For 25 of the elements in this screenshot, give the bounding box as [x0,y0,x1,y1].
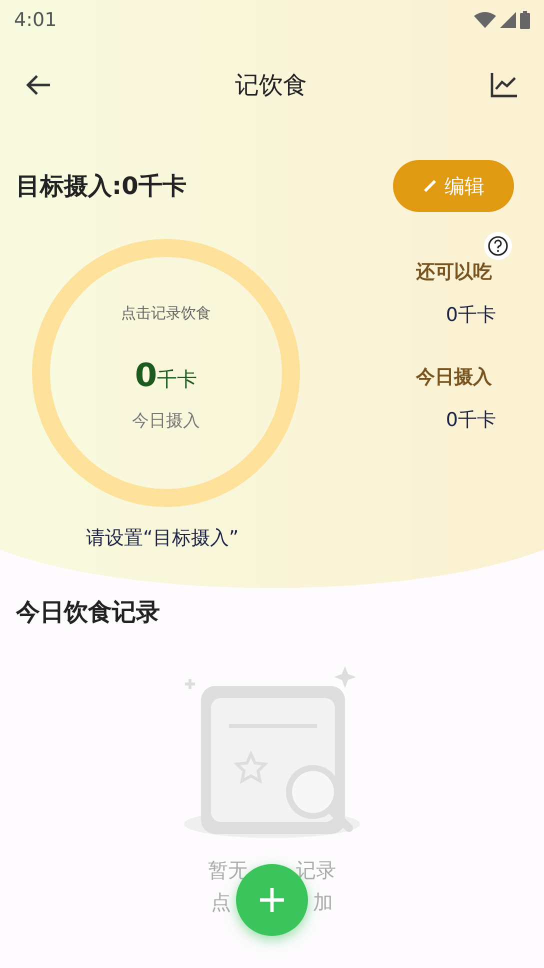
ring-unit: 千卡 [157,366,198,392]
plus-icon [259,887,285,913]
empty-text: 加 [313,889,333,916]
empty-text: 点 [211,889,231,916]
goal-label: 目标摄入:0千卡 [16,171,186,202]
line-chart-icon[interactable] [490,72,518,98]
stat-value: 0千卡 [446,302,496,328]
ring-caption: 今日摄入 [132,410,200,432]
page-title: 记饮食 [235,70,307,101]
wifi-icon [474,12,496,28]
calorie-ring[interactable]: 点击记录饮食 0千卡 今日摄入 [31,238,301,508]
stat-label: 今日摄入 [416,365,492,390]
section-title: 今日饮食记录 [16,598,160,626]
signal-icon [500,12,516,28]
help-icon[interactable] [484,232,512,260]
stat-label: 还可以吃 [416,260,492,285]
ring-hint: 点击记录饮食 [121,303,211,324]
goal-notice: 请设置“目标摄入” [86,527,239,549]
pencil-icon [422,179,436,193]
empty-text: 记录 [296,857,336,884]
back-arrow-icon[interactable] [26,74,52,96]
stat-value: 0千卡 [446,408,496,432]
battery-icon [520,11,530,29]
status-time: 4:01 [14,8,57,33]
ring-value: 0 [134,354,158,396]
